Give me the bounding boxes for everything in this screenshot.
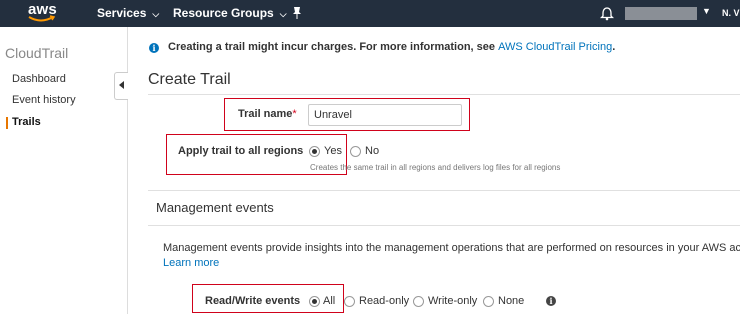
rw-all-label[interactable]: All (323, 295, 335, 307)
info-icon[interactable]: i (546, 296, 556, 306)
resource-groups-menu[interactable]: Resource Groups ⌵ (173, 6, 287, 20)
divider (148, 94, 740, 95)
region-selector[interactable]: N. V (722, 8, 740, 18)
active-indicator (6, 117, 8, 129)
apply-yes-label[interactable]: Yes (324, 145, 342, 157)
chevron-down-icon: ⌵ (279, 9, 287, 19)
pin-icon[interactable] (290, 5, 304, 21)
required-mark: * (292, 108, 297, 120)
aws-smile-icon (28, 15, 56, 22)
pricing-link[interactable]: AWS CloudTrail Pricing (498, 41, 612, 53)
top-nav: aws Services ⌵ Resource Groups ⌵ ▼ N. V (0, 0, 740, 27)
management-events-title: Management events (156, 200, 274, 215)
management-events-description: Management events provide insights into … (163, 242, 740, 254)
rw-read-only-radio[interactable] (344, 296, 355, 307)
chevron-down-icon: ⌵ (152, 9, 160, 19)
resource-groups-label: Resource Groups (173, 6, 274, 20)
apply-no-label[interactable]: No (365, 145, 379, 157)
info-icon: i (149, 43, 159, 53)
chevron-down-icon[interactable]: ▼ (702, 6, 711, 16)
apply-no-radio[interactable] (350, 146, 361, 157)
page-title: Create Trail (148, 71, 231, 88)
rw-none-radio[interactable] (483, 296, 494, 307)
apply-yes-radio[interactable] (309, 146, 320, 157)
notice-text: Creating a trail might incur charges. Fo… (168, 41, 499, 53)
learn-more-link[interactable]: Learn more (163, 257, 219, 269)
rw-all-radio[interactable] (309, 296, 320, 307)
services-label: Services (97, 6, 147, 20)
divider (148, 190, 740, 191)
account-name-redacted[interactable] (625, 7, 697, 20)
sidebar-title[interactable]: CloudTrail (5, 45, 68, 61)
rw-write-only-radio[interactable] (413, 296, 424, 307)
aws-logo[interactable]: aws (22, 1, 70, 25)
chevron-left-icon (119, 81, 124, 89)
sidebar-item-event-history[interactable]: Event history (12, 94, 76, 106)
sidebar: CloudTrail Dashboard Event history Trail… (0, 27, 128, 314)
sidebar-item-trails[interactable]: Trails (12, 116, 41, 128)
services-menu[interactable]: Services ⌵ (97, 6, 159, 20)
sidebar-item-dashboard[interactable]: Dashboard (12, 73, 66, 85)
apply-regions-hint: Creates the same trail in all regions an… (310, 163, 561, 172)
bell-icon[interactable] (600, 6, 614, 21)
pricing-notice: Creating a trail might incur charges. Fo… (168, 41, 615, 53)
notice-suffix: . (612, 41, 616, 53)
collapse-sidebar-button[interactable] (114, 72, 128, 100)
apply-regions-label: Apply trail to all regions (178, 145, 304, 157)
read-write-label: Read/Write events (205, 295, 301, 307)
rw-read-only-label[interactable]: Read-only (359, 295, 409, 307)
divider (148, 225, 740, 226)
rw-write-only-label[interactable]: Write-only (428, 295, 477, 307)
trail-name-input[interactable] (308, 104, 462, 126)
rw-none-label[interactable]: None (498, 295, 524, 307)
trail-name-label-text: Trail name (238, 108, 293, 120)
trail-name-label: Trail name* (238, 108, 297, 120)
